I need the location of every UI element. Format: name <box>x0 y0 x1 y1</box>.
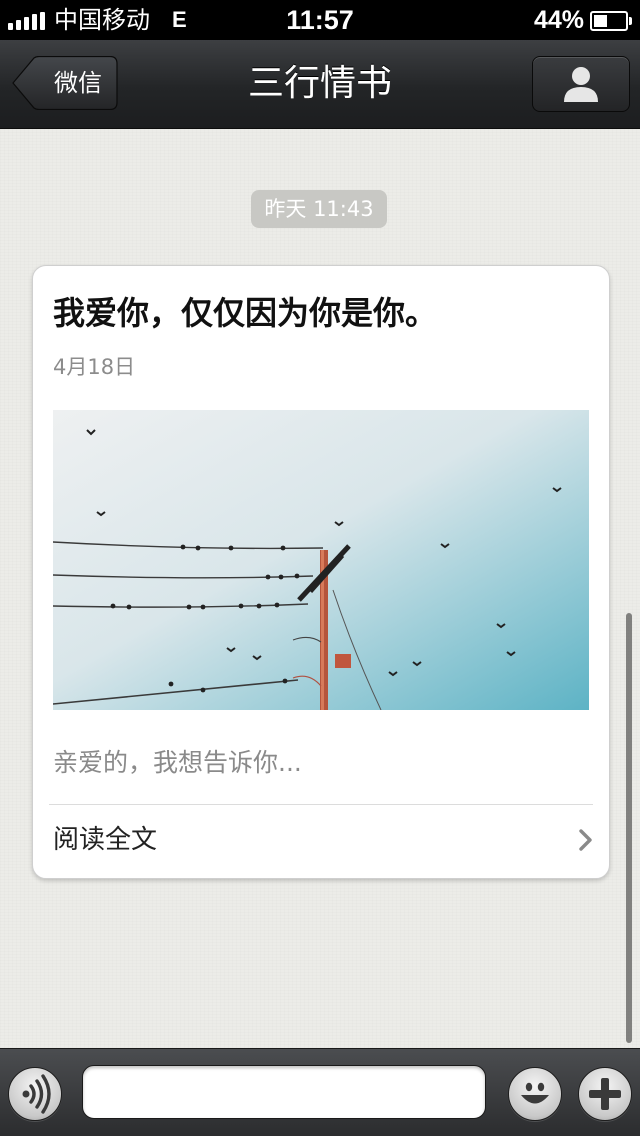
plus-icon <box>589 1078 621 1110</box>
article-summary: 亲爱的，我想告诉你... <box>53 748 302 777</box>
article-title: 我爱你，仅仅因为你是你。 <box>53 294 438 332</box>
article-date: 4月18日 <box>53 355 136 379</box>
battery-icon <box>590 11 632 31</box>
read-full-article-row[interactable]: 阅读全文 <box>33 805 609 877</box>
back-button-label: 微信 <box>54 69 102 97</box>
status-bar: 中国移动 E 11:57 44% <box>0 0 640 40</box>
back-button[interactable]: 微信 <box>12 56 118 110</box>
article-cover-image[interactable] <box>53 410 589 710</box>
person-icon <box>564 67 598 102</box>
voice-button[interactable] <box>8 1067 62 1121</box>
message-timestamp: 昨天 11:43 <box>251 190 387 228</box>
scrollbar[interactable] <box>626 613 632 1043</box>
smiley-icon <box>521 1082 549 1104</box>
chevron-right-icon <box>579 829 592 851</box>
chat-area[interactable]: 昨天 11:43 我爱你，仅仅因为你是你。 4月18日 亲爱的，我想告诉你...… <box>0 129 640 1048</box>
page-title: 三行情书 <box>247 63 392 104</box>
more-button[interactable] <box>578 1067 632 1121</box>
nav-bar: 微信 三行情书 <box>0 40 640 129</box>
input-bar <box>0 1048 640 1136</box>
read-full-article-label: 阅读全文 <box>53 825 158 855</box>
battery-level <box>594 15 608 27</box>
profile-button[interactable] <box>532 56 630 112</box>
battery-percent: 44% <box>533 6 584 34</box>
message-input[interactable] <box>82 1065 486 1119</box>
voice-icon <box>22 1074 51 1114</box>
article-card[interactable]: 我爱你，仅仅因为你是你。 4月18日 亲爱的，我想告诉你... 阅读全文 <box>32 265 610 879</box>
emoji-button[interactable] <box>508 1067 562 1121</box>
